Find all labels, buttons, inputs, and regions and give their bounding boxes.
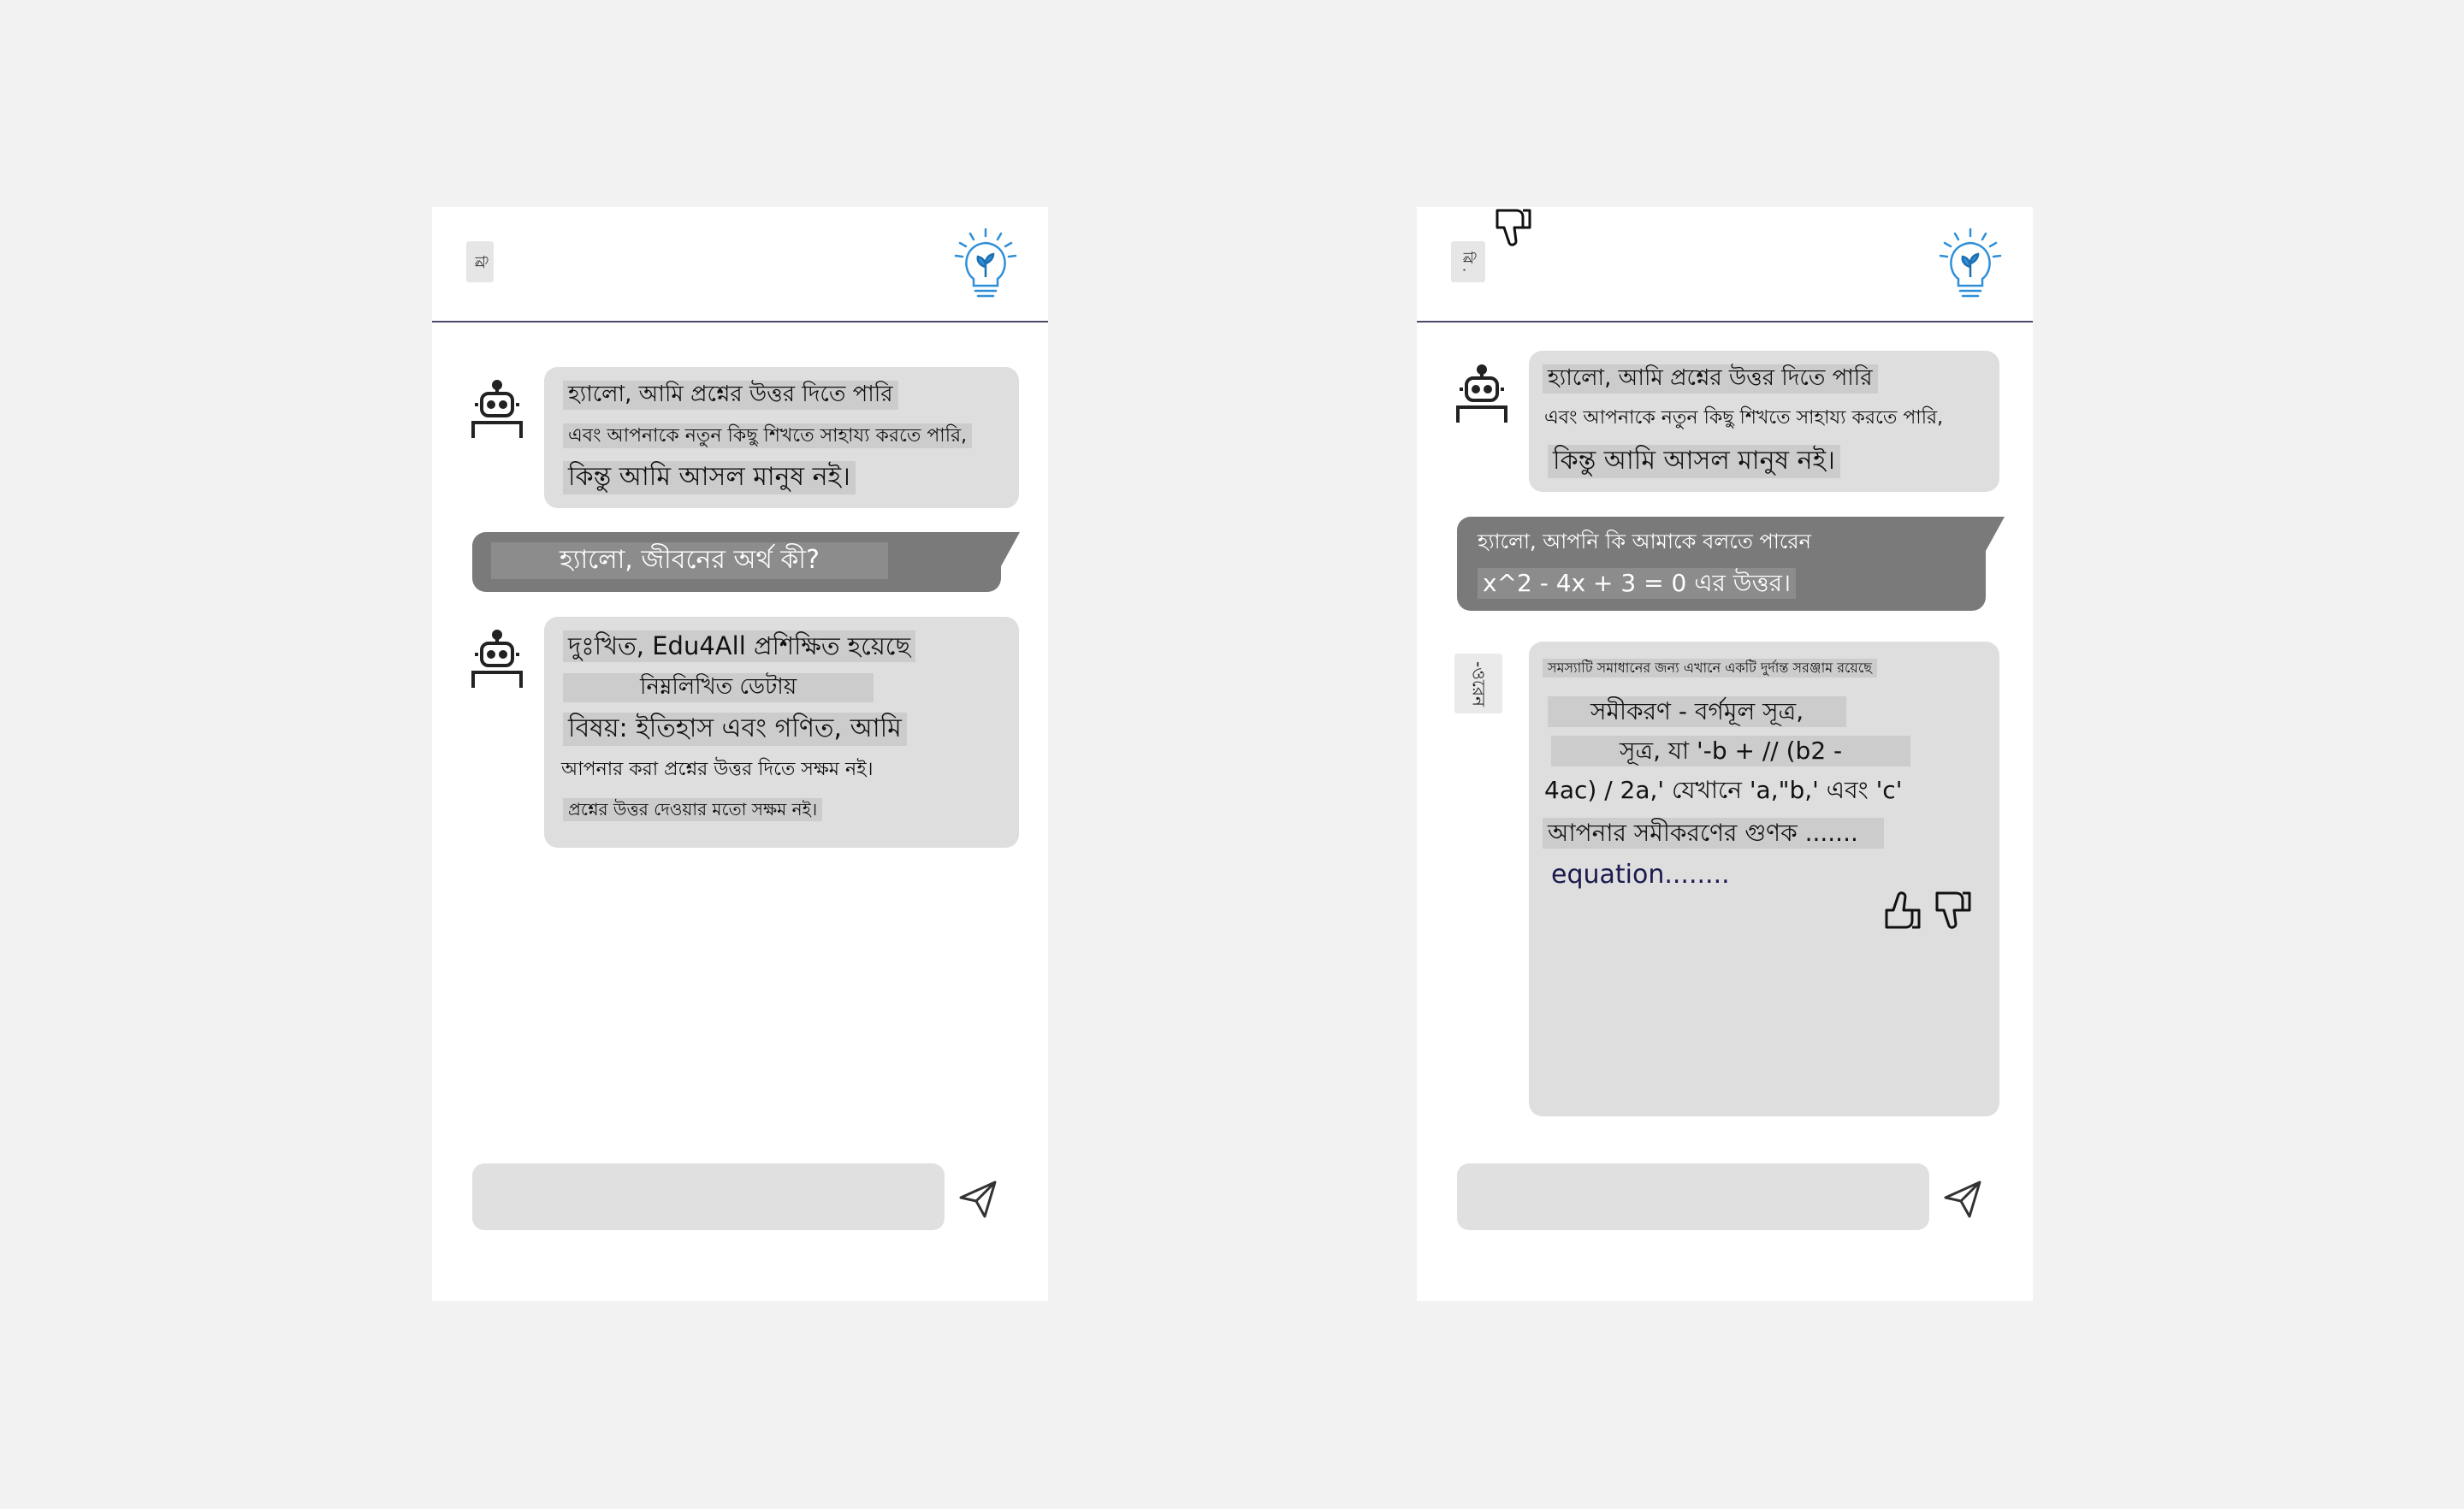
thumbs-up-icon[interactable] — [1883, 890, 1921, 931]
message-line: x^2 - 4x + 3 = 0 এর উত্তর। — [1478, 568, 1797, 600]
message-line: আপনার সমীকরণের গুণক ....... — [1543, 818, 1884, 849]
message-line: সূত্র, যা '-b + // (b2 - — [1551, 736, 1911, 767]
bot-message: হ্যালো, আমি প্রশ্নের উত্তর দিতে পারি এবং… — [544, 367, 1019, 508]
bot-message: দুঃখিত, Edu4All প্রশিক্ষিত হয়েছে নিম্নল… — [544, 617, 1019, 848]
chat-header: ৱি . — [1417, 207, 2033, 323]
message-line: হ্যালো, আপনি কি আমাকে বলতে পারেন — [1478, 530, 1811, 553]
send-icon[interactable] — [957, 1179, 998, 1220]
header-tag: ৱি — [466, 241, 494, 282]
bubble-tail — [1001, 532, 1020, 566]
message-input[interactable] — [1457, 1163, 1929, 1230]
message-line: নিম্নলিখিত ডেটায় — [563, 673, 874, 702]
message-line: আপনার করা প্রশ্নের উত্তর দিতে সক্ষম নই। — [561, 759, 874, 780]
message-input[interactable] — [472, 1163, 945, 1230]
robot-icon — [471, 630, 523, 688]
bot-message: হ্যালো, আমি প্রশ্নের উত্তর দিতে পারি এবং… — [1529, 351, 1999, 492]
message-line: এবং আপনাকে নতুন কিছু শিখতে সাহায্য করতে … — [1544, 407, 1944, 429]
bot-message: সমস্যাটি সমাধানের জন্য এখানে একটি দুর্দা… — [1529, 642, 1999, 1116]
chat-panel-right: ৱি . হ্যালো, আমি প্রশ্নের উত্তর দিতে পার… — [1417, 207, 2033, 1301]
user-message: হ্যালো, আপনি কি আমাকে বলতে পারেন x^2 - 4… — [1457, 517, 1986, 611]
message-line: কিন্তু আমি আসল মানুষ নই। — [1548, 445, 1840, 478]
lightbulb-plant-icon — [954, 228, 1017, 298]
robot-icon — [1456, 364, 1507, 423]
message-line: হ্যালো, জীবনের অর্থ কী? — [491, 542, 888, 579]
lightbulb-plant-icon — [1939, 228, 2002, 298]
side-tag: -ওরেন — [1454, 654, 1502, 713]
message-line: এবং আপনাকে নতুন কিছু শিখতে সাহায্য করতে … — [563, 423, 973, 449]
equation-line: equation........ — [1551, 860, 1730, 890]
thumbs-down-icon[interactable] — [1934, 890, 1971, 931]
robot-icon — [471, 380, 523, 438]
message-line: দুঃখিত, Edu4All প্রশিক্ষিত হয়েছে — [563, 630, 916, 663]
message-line: বিষয়: ইতিহাস এবং গণিত, আমি — [563, 713, 907, 746]
send-icon[interactable] — [1942, 1179, 1983, 1220]
message-line: হ্যালো, আমি প্রশ্নের উত্তর দিতে পারি — [1543, 364, 1878, 394]
header-tag: ৱি . — [1451, 241, 1485, 282]
message-line: প্রশ্নের উত্তর দেওয়ার মতো সক্ষম নই। — [563, 798, 823, 821]
message-line: 4ac) / 2a,' যেখানে 'a,"b,' এবং 'c' — [1544, 776, 1903, 804]
message-line: হ্যালো, আমি প্রশ্নের উত্তর দিতে পারি — [563, 381, 898, 410]
message-line: কিন্তু আমি আসল মানুষ নই। — [563, 461, 856, 494]
user-message: হ্যালো, জীবনের অর্থ কী? — [472, 532, 1001, 592]
message-line: সমস্যাটি সমাধানের জন্য এখানে একটি দুর্দা… — [1543, 659, 1877, 678]
message-line: সমীকরণ - বর্গমূল সূত্র, — [1548, 696, 1847, 728]
bubble-tail — [1986, 517, 2005, 551]
chat-panel-left: ৱি হ্যালো, আমি প্রশ্নের উত্তর দিতে পারি … — [432, 207, 1048, 1301]
chat-header: ৱি — [432, 207, 1048, 323]
